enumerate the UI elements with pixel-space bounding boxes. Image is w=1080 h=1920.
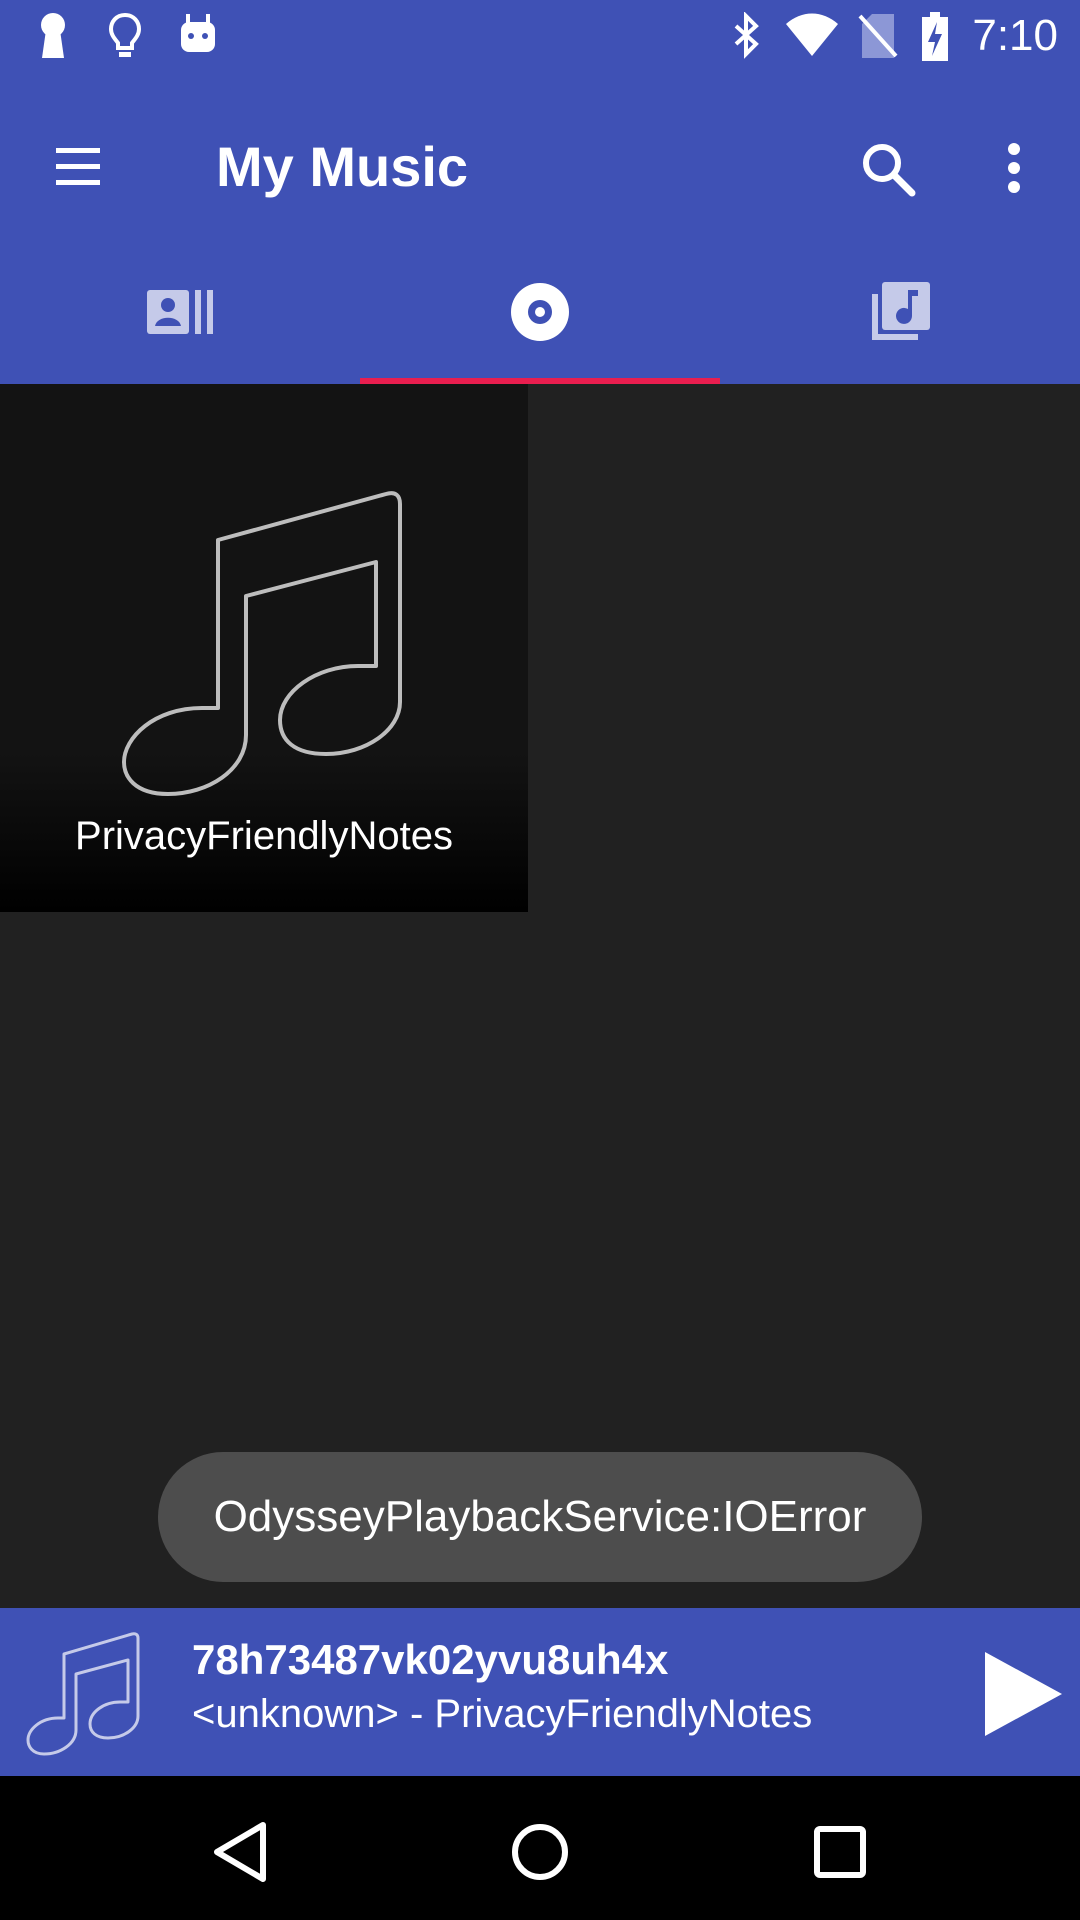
more-vert-icon: [1008, 143, 1020, 193]
search-icon: [863, 144, 916, 197]
music-note-icon: [122, 491, 402, 796]
back-button[interactable]: [200, 1812, 280, 1892]
songs-library-icon: [872, 282, 930, 340]
tab-artists[interactable]: [0, 240, 360, 384]
tab-bar: [0, 240, 1080, 384]
keyhole-icon: [36, 12, 70, 64]
status-time: 7:10: [972, 11, 1058, 60]
back-icon: [214, 1822, 266, 1882]
album-card[interactable]: PrivacyFriendlyNotes: [0, 384, 528, 912]
now-playing-subtitle: <unknown> - PrivacyFriendlyNotes: [192, 1692, 813, 1736]
no-sim-icon: [858, 12, 898, 64]
album-grid: PrivacyFriendlyNotes: [0, 384, 1080, 1608]
menu-icon: [56, 148, 112, 185]
app-toolbar: My Music: [0, 72, 1080, 240]
recents-icon: [814, 1826, 866, 1878]
tab-songs[interactable]: [720, 240, 1080, 384]
album-disc-icon: [511, 283, 569, 341]
bluetooth-icon: [730, 11, 764, 64]
android-icon: [178, 12, 218, 60]
now-playing-bar[interactable]: 78h73487vk02yvu8uh4x <unknown> - Privacy…: [0, 1608, 1080, 1776]
play-icon: [985, 1652, 1062, 1736]
music-note-icon: [26, 1632, 140, 1756]
home-button[interactable]: [500, 1812, 580, 1892]
lightbulb-icon: [108, 12, 142, 64]
tab-albums[interactable]: [360, 240, 720, 384]
menu-button[interactable]: [40, 122, 130, 212]
artists-icon: [147, 290, 213, 334]
now-playing-title: 78h73487vk02yvu8uh4x: [192, 1636, 669, 1683]
search-button[interactable]: [848, 124, 928, 214]
battery-charging-icon: [920, 12, 950, 66]
status-bar: 7:10: [0, 0, 1080, 72]
page-title: My Music: [216, 135, 469, 198]
error-toast: OdysseyPlaybackService:IOError: [158, 1452, 922, 1582]
system-nav-bar: [0, 1776, 1080, 1920]
recents-button[interactable]: [800, 1812, 880, 1892]
album-title: PrivacyFriendlyNotes: [75, 814, 453, 858]
play-button[interactable]: [970, 1644, 1070, 1744]
more-options-button[interactable]: [990, 124, 1040, 214]
home-icon: [512, 1824, 568, 1880]
wifi-icon: [784, 12, 840, 64]
toast-message: OdysseyPlaybackService:IOError: [213, 1492, 867, 1541]
